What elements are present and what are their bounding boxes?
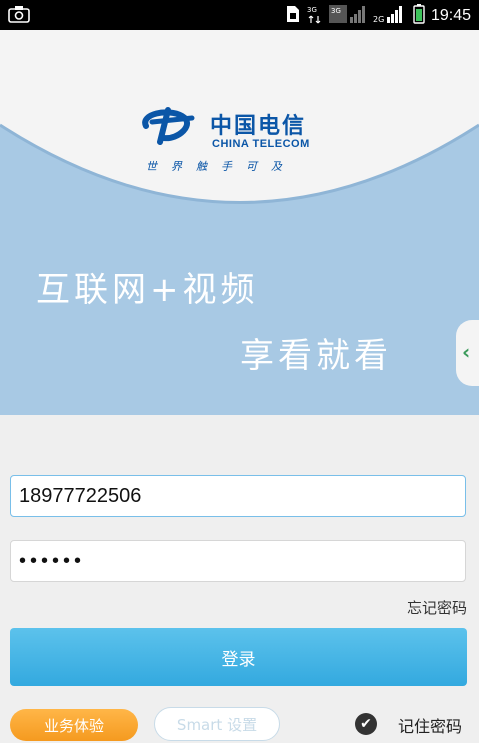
banner-headline: 互联网+视频: [36, 270, 259, 310]
status-bar: 3G 3G 2G 19:45: [0, 0, 479, 30]
login-button[interactable]: 登录: [10, 628, 467, 686]
business-experience-button[interactable]: 业务体验: [10, 709, 138, 741]
side-drawer-tab[interactable]: ‹: [456, 320, 479, 386]
network-label: 3G: [307, 6, 317, 14]
chevron-left-icon: ‹: [462, 340, 471, 364]
2g-signal-icon: 2G: [373, 4, 407, 28]
forgot-password-link[interactable]: 忘记密码: [407, 597, 467, 618]
password-input[interactable]: [11, 541, 465, 581]
network-label: 3G: [331, 7, 341, 15]
brand-name-cn: 中国电信: [210, 114, 307, 139]
phone-number-input[interactable]: [11, 476, 465, 516]
sim-icon: [285, 5, 301, 27]
clock: 19:45: [430, 7, 471, 24]
brand-slogan: 世界触手可及: [146, 160, 296, 173]
remember-password-label[interactable]: 记住密码: [398, 713, 462, 737]
password-field[interactable]: [10, 540, 466, 582]
username-field[interactable]: [10, 475, 466, 517]
smart-settings-button[interactable]: Smart 设置: [154, 707, 280, 741]
banner-subheadline: 享看就看: [240, 336, 392, 376]
screenshot-icon: [8, 5, 30, 27]
network-label: 2G: [373, 15, 384, 24]
battery-icon: [413, 4, 425, 28]
header-banner: 中国电信 CHINA TELECOM 世界触手可及 互联网+视频 享看就看 ‹: [0, 30, 479, 415]
3g-signal-icon: 3G: [328, 4, 367, 28]
brand-name-en: CHINA TELECOM: [212, 138, 310, 150]
3g-icon: 3G: [307, 4, 323, 28]
check-circle-icon[interactable]: ✔: [355, 713, 377, 735]
